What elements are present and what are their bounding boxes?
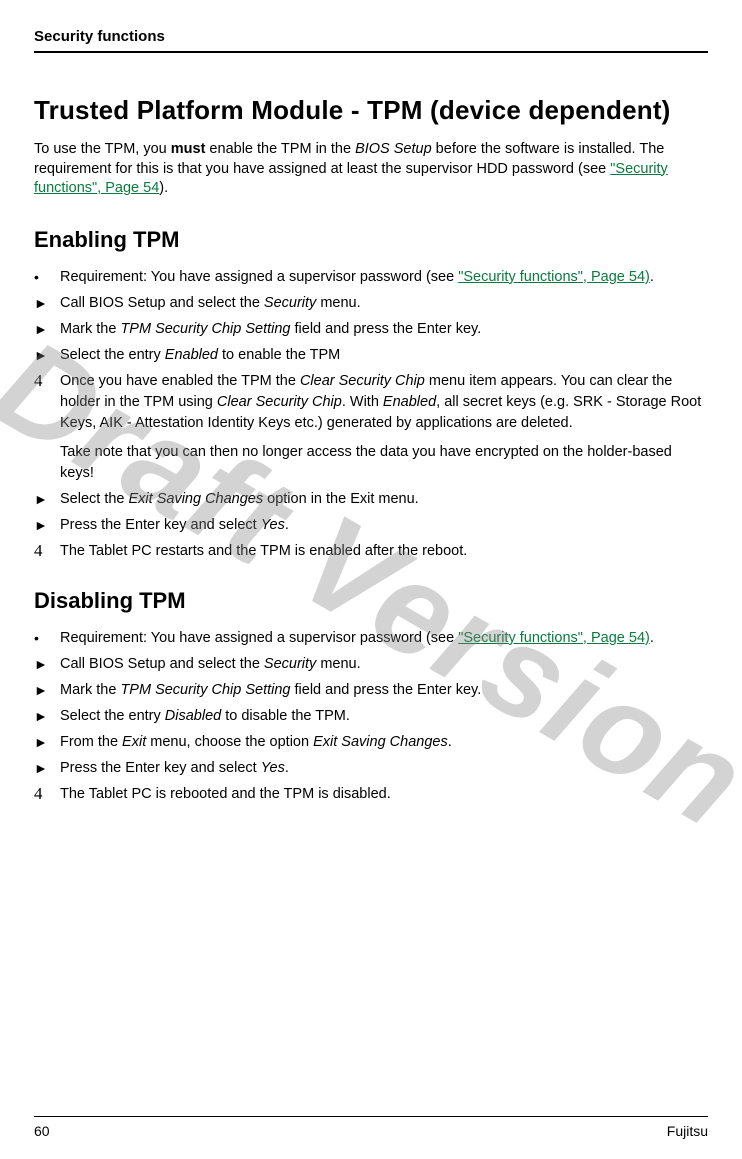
step-text: The Tablet PC restarts and the TPM is en… [60,541,708,562]
list-item: 4 The Tablet PC restarts and the TPM is … [34,541,708,562]
list-item: ► Select the entry Enabled to enable the… [34,345,708,366]
step-text: . [285,760,289,776]
step-option: Exit Saving Changes [313,734,448,750]
step-text: menu, choose the option [146,734,313,750]
page-title: Trusted Platform Module - TPM (device de… [34,95,708,126]
note-text: . With [342,394,383,410]
step-text: field and press the Enter key. [290,682,481,698]
header-section-title: Security functions [34,28,708,53]
list-item: ► From the Exit menu, choose the option … [34,732,708,753]
enabling-heading: Enabling TPM [34,227,708,253]
result-icon: 4 [34,541,60,561]
list-item: • Requirement: You have assigned a super… [34,628,708,649]
list-item: ► Press the Enter key and select Yes. [34,758,708,779]
intro-text: enable the TPM in the [205,141,355,157]
step-text: Mark the [60,321,120,337]
step-text: option in the Exit menu. [263,491,419,507]
intro-text: ). [159,180,168,196]
enabling-steps: • Requirement: You have assigned a super… [34,267,708,562]
arrow-icon: ► [34,680,60,700]
intro-must: must [171,141,206,157]
step-menu: Security [264,656,316,672]
step-text: . [448,734,452,750]
step-text: Select the [60,491,129,507]
list-item: 4 Once you have enabled the TPM the Clea… [34,371,708,484]
step-yes: Yes [261,760,285,776]
step-text: Mark the [60,682,120,698]
step-text: menu. [316,295,360,311]
step-menu: Security [264,295,316,311]
arrow-icon: ► [34,345,60,365]
step-text: menu. [316,656,360,672]
intro-paragraph: To use the TPM, you must enable the TPM … [34,140,708,199]
step-link[interactable]: "Security functions", Page 54) [458,630,650,646]
step-text: . [650,630,654,646]
step-value: Disabled [165,708,221,724]
step-text: to disable the TPM. [221,708,350,724]
disabling-steps: • Requirement: You have assigned a super… [34,628,708,805]
step-yes: Yes [261,517,285,533]
bullet-icon: • [34,628,60,648]
step-exit: Exit [122,734,146,750]
step-text: to enable the TPM [218,347,340,363]
arrow-icon: ► [34,319,60,339]
step-field: TPM Security Chip Setting [120,682,290,698]
bullet-icon: • [34,267,60,287]
list-item: ► Select the entry Disabled to disable t… [34,706,708,727]
step-value: Enabled [165,347,218,363]
disabling-heading: Disabling TPM [34,588,708,614]
step-text: . [650,269,654,285]
step-text: Press the Enter key and select [60,517,261,533]
step-text: Select the entry [60,347,165,363]
step-text: field and press the Enter key. [290,321,481,337]
arrow-icon: ► [34,654,60,674]
list-item: ► Mark the TPM Security Chip Setting fie… [34,680,708,701]
list-item: • Requirement: You have assigned a super… [34,267,708,288]
list-item: ► Call BIOS Setup and select the Securit… [34,293,708,314]
step-link[interactable]: "Security functions", Page 54) [458,269,650,285]
note-term: Clear Security Chip [217,394,342,410]
intro-bios: BIOS Setup [355,141,432,157]
footer-brand: Fujitsu [667,1123,708,1139]
arrow-icon: ► [34,706,60,726]
step-text: The Tablet PC is rebooted and the TPM is… [60,784,708,805]
step-text: Requirement: You have assigned a supervi… [60,630,458,646]
step-text: Select the entry [60,708,165,724]
note-term: Clear Security Chip [300,373,425,389]
step-text: Call BIOS Setup and select the [60,295,264,311]
list-item: ► Select the Exit Saving Changes option … [34,489,708,510]
arrow-icon: ► [34,489,60,509]
step-text: Call BIOS Setup and select the [60,656,264,672]
page-number: 60 [34,1123,50,1139]
step-text: Press the Enter key and select [60,760,261,776]
arrow-icon: ► [34,732,60,752]
note-term: Enabled [383,394,436,410]
result-icon: 4 [34,371,60,391]
intro-text: To use the TPM, you [34,141,171,157]
list-item: 4 The Tablet PC is rebooted and the TPM … [34,784,708,805]
arrow-icon: ► [34,758,60,778]
arrow-icon: ► [34,293,60,313]
footer: 60 Fujitsu [34,1116,708,1139]
step-text: Requirement: You have assigned a supervi… [60,269,458,285]
list-item: ► Call BIOS Setup and select the Securit… [34,654,708,675]
note-text: Once you have enabled the TPM the [60,373,300,389]
step-field: TPM Security Chip Setting [120,321,290,337]
note-text: Take note that you can then no longer ac… [60,442,708,484]
list-item: ► Press the Enter key and select Yes. [34,515,708,536]
result-icon: 4 [34,784,60,804]
step-text: From the [60,734,122,750]
arrow-icon: ► [34,515,60,535]
list-item: ► Mark the TPM Security Chip Setting fie… [34,319,708,340]
step-option: Exit Saving Changes [129,491,264,507]
step-text: . [285,517,289,533]
